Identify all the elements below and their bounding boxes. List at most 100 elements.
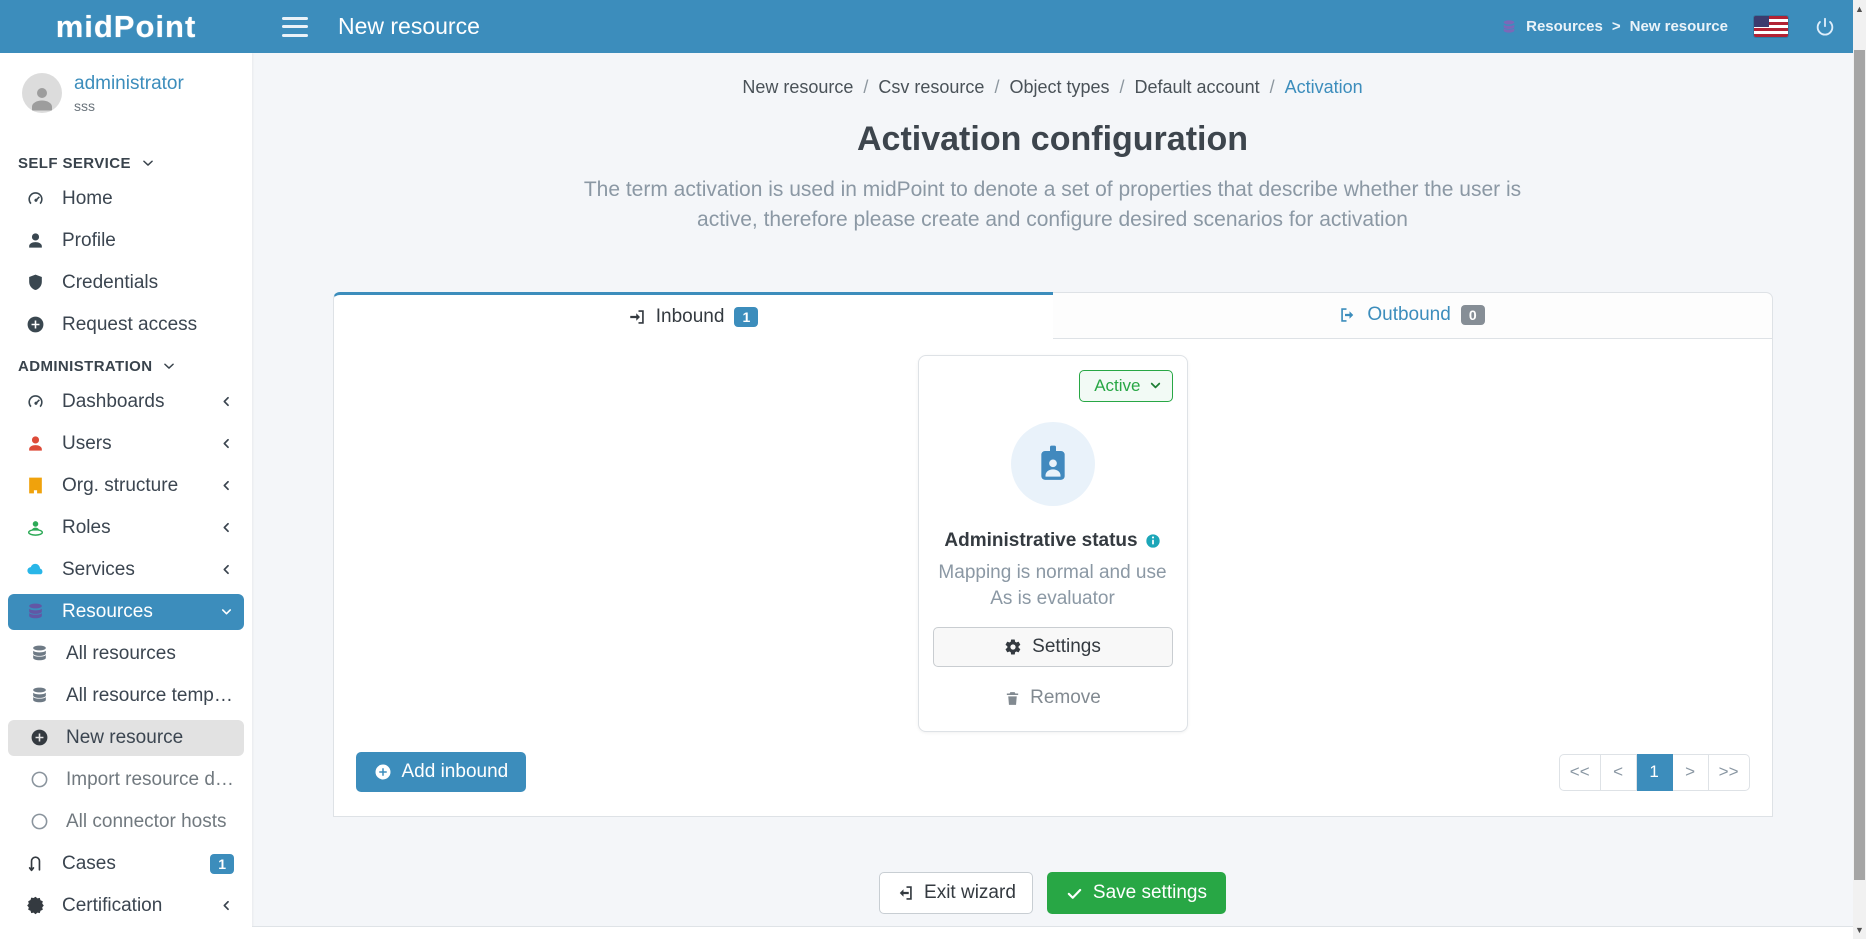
sidebar-item-request-access[interactable]: Request access <box>8 307 244 343</box>
mapping-avatar-circle <box>1011 422 1095 506</box>
sidebar-item-label: Certification <box>62 895 218 917</box>
scrollbar-down-arrow-icon[interactable]: ▼ <box>1853 923 1866 937</box>
chevron-left-icon <box>218 898 234 913</box>
tab-label: Outbound <box>1367 304 1450 326</box>
chevron-left-icon <box>218 520 234 535</box>
database-icon <box>26 686 52 705</box>
breadcrumb-item-current[interactable]: Activation <box>1285 77 1363 98</box>
section-self-service[interactable]: SELF SERVICE <box>8 146 244 181</box>
main-content: New resource / Csv resource / Object typ… <box>252 53 1853 939</box>
sidebar-item-services[interactable]: Services <box>8 552 244 588</box>
pagination-next[interactable]: > <box>1673 754 1709 791</box>
chevron-left-icon <box>218 436 234 451</box>
sidebar-item-all-resource-templates[interactable]: All resource templates <box>8 678 244 714</box>
tab-bar: Inbound 1 Outbound 0 <box>333 292 1773 339</box>
locale-flag-icon[interactable] <box>1754 16 1788 37</box>
navbar-breadcrumb-parent[interactable]: Resources <box>1526 18 1603 35</box>
sidebar-item-label: Org. structure <box>62 475 218 497</box>
tab-count-badge: 1 <box>734 307 758 327</box>
sidebar-item-dashboards[interactable]: Dashboards <box>8 384 244 420</box>
breadcrumb-item[interactable]: Default account <box>1135 77 1260 98</box>
mapping-name: Administrative status <box>944 530 1137 552</box>
tab-outbound[interactable]: Outbound 0 <box>1053 292 1773 339</box>
exit-wizard-button[interactable]: Exit wizard <box>879 872 1033 914</box>
page-title: Activation configuration <box>252 120 1853 159</box>
pagination-page-1[interactable]: 1 <box>1637 754 1673 791</box>
pagination-prev[interactable]: < <box>1601 754 1637 791</box>
sidebar-item-label: Credentials <box>62 272 234 294</box>
tab-label: Inbound <box>656 306 725 328</box>
cloud-icon <box>22 560 48 579</box>
sidebar-item-resources[interactable]: Resources <box>8 594 244 630</box>
navbar-page-title: New resource <box>338 13 480 40</box>
user-subtitle: sss <box>74 98 184 114</box>
breadcrumb-item[interactable]: New resource <box>742 77 853 98</box>
shield-icon <box>22 273 48 292</box>
brand-logo[interactable]: midPoint <box>0 9 252 45</box>
tab-count-badge: 0 <box>1461 305 1485 325</box>
exit-arrow-icon <box>896 884 914 902</box>
sidebar-item-credentials[interactable]: Credentials <box>8 265 244 301</box>
info-circle-icon[interactable] <box>1145 533 1161 549</box>
sidebar-item-certification[interactable]: Certification <box>8 888 244 924</box>
scrollbar-up-arrow-icon[interactable]: ▲ <box>1853 2 1866 16</box>
sidebar-item-label: Dashboards <box>62 391 218 413</box>
database-icon <box>1501 19 1517 35</box>
logout-power-icon[interactable] <box>1814 16 1836 38</box>
settings-button[interactable]: Settings <box>933 627 1173 667</box>
save-settings-button[interactable]: Save settings <box>1047 872 1226 914</box>
sidebar-item-profile[interactable]: Profile <box>8 223 244 259</box>
sidebar-item-label: All resource templates <box>66 685 234 707</box>
sidebar-item-all-connector-hosts[interactable]: All connector hosts <box>8 804 244 840</box>
lifecycle-state-value: Active <box>1094 376 1140 396</box>
navbar-breadcrumb-current[interactable]: New resource <box>1630 18 1728 35</box>
sidebar-item-label: All resources <box>66 643 234 665</box>
scrollbar-thumb[interactable] <box>1854 50 1865 880</box>
navbar-breadcrumb[interactable]: Resources > New resource <box>1501 18 1728 35</box>
sidebar-item-new-resource[interactable]: New resource <box>8 720 244 756</box>
save-settings-label: Save settings <box>1093 882 1207 904</box>
add-inbound-button[interactable]: Add inbound <box>356 752 527 792</box>
role-person-icon <box>22 518 48 537</box>
page-description: The term activation is used in midPoint … <box>553 175 1553 236</box>
pagination-first[interactable]: << <box>1559 754 1601 791</box>
case-branch-icon <box>22 854 48 873</box>
mapping-description: Mapping is normal and use As is evaluato… <box>933 560 1173 611</box>
section-administration[interactable]: ADMINISTRATION <box>8 349 244 384</box>
pagination: << < 1 > >> <box>1559 754 1750 791</box>
tab-inbound[interactable]: Inbound 1 <box>333 292 1053 339</box>
sidebar-item-label: Request access <box>62 314 234 336</box>
pagination-last[interactable]: >> <box>1709 754 1750 791</box>
plus-circle-icon <box>26 728 52 747</box>
breadcrumb-item[interactable]: Csv resource <box>878 77 984 98</box>
sidebar-item-home[interactable]: Home <box>8 181 244 217</box>
trash-icon <box>1004 690 1021 707</box>
sidebar-item-users[interactable]: Users <box>8 426 244 462</box>
circle-outline-icon <box>26 770 52 789</box>
breadcrumb-item[interactable]: Object types <box>1009 77 1109 98</box>
panel-footer: Add inbound << < 1 > >> <box>334 732 1772 816</box>
sidebar-item-label: New resource <box>66 727 234 749</box>
sign-in-icon <box>628 308 646 326</box>
chevron-left-icon <box>218 562 234 577</box>
user-name[interactable]: administrator <box>74 73 184 96</box>
sidebar-item-roles[interactable]: Roles <box>8 510 244 546</box>
dashboard-gauge-icon <box>22 189 48 208</box>
navbar-right-group: Resources > New resource <box>1501 16 1836 38</box>
user-icon <box>22 434 48 453</box>
left-sidebar: administrator sss SELF SERVICE Home Prof… <box>0 53 252 939</box>
sidebar-item-import-resource-definition[interactable]: Import resource definit… <box>8 762 244 798</box>
sidebar-item-cases[interactable]: Cases 1 <box>8 846 244 882</box>
hamburger-menu-icon[interactable] <box>282 17 308 37</box>
sidebar-item-label: Services <box>62 559 218 581</box>
sidebar-item-org-structure[interactable]: Org. structure <box>8 468 244 504</box>
sidebar-item-label: Cases <box>62 853 210 875</box>
sidebar-item-all-resources[interactable]: All resources <box>8 636 244 672</box>
chevron-left-icon <box>218 478 234 493</box>
certificate-icon <box>22 896 48 915</box>
avatar[interactable] <box>22 73 62 113</box>
vertical-scrollbar[interactable]: ▲ ▼ <box>1853 0 1866 939</box>
remove-button[interactable]: Remove <box>1004 687 1101 709</box>
lifecycle-state-select[interactable]: Active <box>1079 370 1172 402</box>
plus-circle-icon <box>374 763 392 781</box>
